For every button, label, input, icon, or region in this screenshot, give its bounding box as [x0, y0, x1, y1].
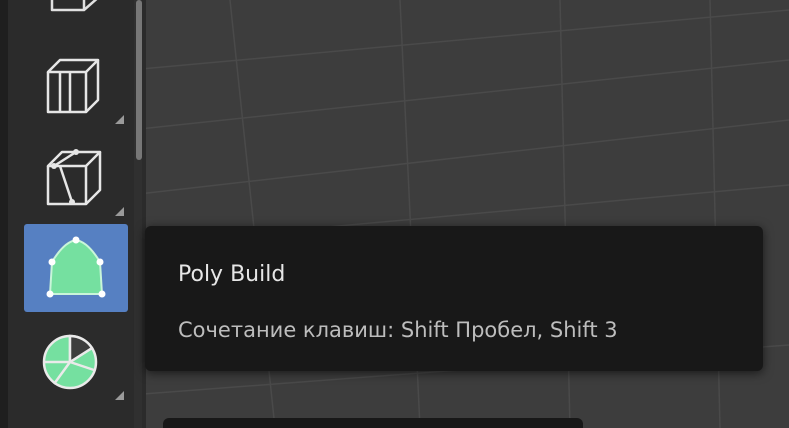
tooltip-title: Poly Build: [178, 262, 286, 287]
extrude-region-icon: [50, 0, 98, 12]
knife-icon: [46, 149, 102, 206]
submenu-indicator: [115, 391, 124, 400]
submenu-indicator: [115, 115, 124, 124]
poly-build-icon: [46, 236, 106, 298]
bottom-overlay-panel: [163, 418, 583, 428]
region-edge: [0, 0, 8, 428]
toolbar-scrollbar-thumb[interactable]: [136, 0, 142, 160]
blender-window: Poly Build Сочетание клавиш: Shift Пробе…: [0, 0, 789, 428]
tool-tooltip: Poly Build Сочетание клавиш: Shift Пробе…: [145, 226, 763, 371]
tool-poly-build[interactable]: [24, 224, 128, 312]
inset-faces-icon: [46, 58, 100, 114]
spin-icon: [42, 334, 98, 390]
submenu-indicator: [115, 207, 124, 216]
tool-extrude-region[interactable]: [24, 0, 128, 22]
tool-inset-faces[interactable]: [24, 40, 128, 128]
tool-knife[interactable]: [24, 132, 128, 220]
tool-spin[interactable]: [24, 316, 128, 404]
tooltip-shortcut: Сочетание клавиш: Shift Пробел, Shift 3: [178, 318, 618, 342]
